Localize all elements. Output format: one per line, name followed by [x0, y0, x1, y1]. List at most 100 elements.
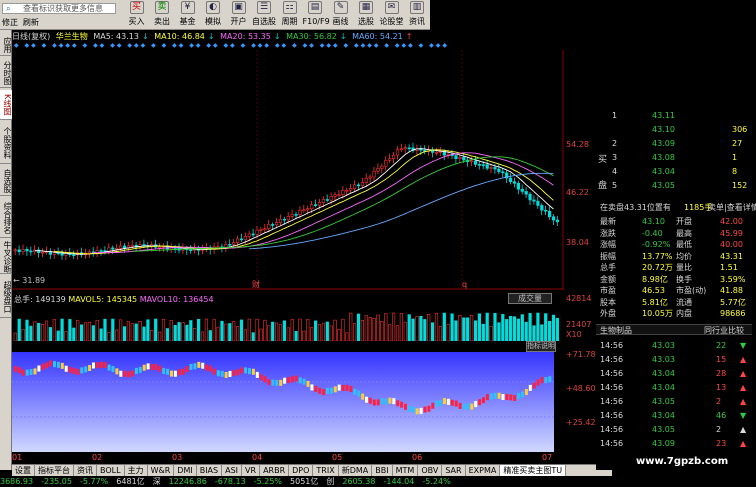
volume-bar [555, 317, 559, 341]
indicator-tab[interactable]: 指标平台 [35, 465, 74, 476]
volume-button[interactable]: 成交量 [508, 293, 552, 304]
indicator-tab[interactable]: BOLL [97, 465, 125, 476]
candlestick-chart[interactable]: 财 q ← 31.89 [12, 50, 564, 290]
arrow-down-icon: ↓ [207, 32, 215, 41]
indicator-tab[interactable]: 新DMA [339, 465, 373, 476]
indicator-tab[interactable]: 设置 [12, 465, 35, 476]
indicator-bar [509, 394, 513, 401]
sell-button[interactable]: 卖卖出 [150, 1, 175, 29]
indicator-bar [88, 364, 92, 371]
volume-bar [99, 328, 103, 341]
news-label: 资讯 [409, 17, 425, 26]
volume-bar [372, 317, 376, 341]
indicator-tab[interactable]: 资讯 [74, 465, 97, 476]
side-tab-3[interactable]: 个股资料 [0, 122, 12, 164]
indicator-tab[interactable]: VR [242, 465, 261, 476]
refresh-button[interactable]: 刷新 [23, 17, 39, 29]
indicator-tab[interactable]: EXPMA [466, 465, 501, 476]
volume-bar [438, 325, 443, 341]
indicator-bar [396, 400, 400, 407]
indicator-bar [435, 400, 439, 407]
volume-bar [310, 327, 314, 341]
indicator-tab[interactable]: TRIX [313, 465, 339, 476]
side-tab-1[interactable]: 分时图 [0, 58, 12, 88]
volume-chart[interactable] [12, 305, 564, 341]
quote-label: 开盘 [676, 217, 692, 226]
sell-level-row: 43.10 306 [596, 124, 752, 135]
volume-bar [134, 323, 138, 341]
industry-compare-link[interactable]: 同行业比较 [704, 325, 744, 336]
indicator-tab[interactable]: SAR [442, 465, 466, 476]
status-value: 3686.93 [0, 477, 34, 486]
candle-body [302, 209, 306, 212]
volume-bar [68, 319, 72, 341]
indicator-tab[interactable]: ASI [222, 465, 243, 476]
inplay-row[interactable]: 在卖盘43.31位置有 1185手 卖单|查看详情 [596, 202, 756, 213]
side-tab-7[interactable]: 超级盘口 [0, 276, 12, 318]
indicator-bar [314, 385, 318, 392]
candle-body [72, 254, 76, 257]
volume-bar [403, 321, 407, 341]
volume-bar [481, 323, 485, 341]
indicator-tab[interactable]: DMI [174, 465, 197, 476]
indicator-bar [310, 384, 314, 391]
indicator-tab[interactable]: ARBR [260, 465, 290, 476]
quote-row: 金额 8.98亿 换手 3.59% [596, 274, 752, 285]
open-account-button[interactable]: ▣ 开户 [226, 1, 251, 29]
side-tab-0[interactable]: 应用 [0, 34, 12, 56]
indicator-tab[interactable]: OBV [418, 465, 443, 476]
candle-body [286, 216, 290, 221]
indicator-tab[interactable]: 精准买卖主图TU [500, 465, 567, 476]
volume-bar [345, 332, 349, 341]
tick-volume: 23 [716, 439, 727, 448]
indicator-bar [287, 377, 290, 384]
indicator-bar [212, 368, 216, 375]
volume-bar [415, 316, 419, 341]
candle-body [255, 229, 259, 235]
tick-row: 14:56 43.04 13 ▲ [596, 382, 752, 393]
period-button[interactable]: ⚏ 周期 [277, 1, 302, 29]
stock-pick-button[interactable]: ▦ 选股 [354, 1, 379, 29]
f10-button[interactable]: ▤ F10/F9 [303, 1, 330, 29]
draw-line-button[interactable]: ✎ 画线 [328, 1, 353, 29]
status-value: -235.05 [41, 477, 72, 486]
candle-body [310, 204, 314, 209]
indicator-tab[interactable]: BBI [372, 465, 393, 476]
indicator-tab[interactable]: W&R [148, 465, 175, 476]
buy-button[interactable]: 买买入 [124, 1, 149, 29]
candle-body [508, 177, 513, 183]
indicator-bar [326, 387, 329, 394]
indicator-bar [318, 387, 322, 394]
volume-bar [388, 324, 392, 341]
fix-button[interactable]: 修正 [2, 17, 18, 29]
inplay-link[interactable]: 卖单|查看详情 [708, 202, 756, 213]
side-tab-6[interactable]: 牛叉诊断 [0, 240, 12, 274]
watchlist-button[interactable]: ☰ 自选股 [252, 1, 277, 29]
indicator-bar [84, 366, 88, 373]
level-price: 43.11 [652, 111, 675, 120]
candle-body [547, 210, 552, 218]
status-value: 5051亿 [290, 477, 319, 486]
indicator-tab[interactable]: MTM [393, 465, 419, 476]
candle-body [380, 165, 384, 169]
indicator-tabs: 设置 指标平台 资讯 BOLL 主力 W&R DMI BIAS ASI VR ARBR DPO TRIX… [12, 464, 612, 476]
side-tab-2[interactable]: K线图 [0, 90, 12, 120]
indicator-bar [411, 406, 415, 413]
search-input[interactable]: ⌕ 查看标识获取更多信息 [2, 3, 116, 14]
month-label: 01 [12, 453, 23, 462]
indicator-tab[interactable]: BIAS [197, 465, 223, 476]
indicator-tab[interactable]: DPO [289, 465, 314, 476]
simulate-button[interactable]: ◐ 模拟 [201, 1, 226, 29]
fund-button[interactable]: ¥ 基金 [175, 1, 200, 29]
news-button[interactable]: ▥ 资讯 [405, 1, 430, 29]
side-tab-5[interactable]: 综合排名 [0, 198, 12, 238]
indicator-chart[interactable] [12, 352, 554, 452]
volume-bar [267, 325, 271, 341]
candle-body [536, 200, 540, 206]
side-tab-4[interactable]: 自选股 [0, 166, 12, 196]
indicator-tab[interactable]: 主力 [125, 465, 148, 476]
ma30-value: MA30: 56.82 [286, 32, 337, 41]
indicator-bar [107, 364, 111, 371]
indicator-help-button[interactable]: 指标说明 [526, 341, 556, 352]
forum-button[interactable]: ✉ 论股堂 [379, 1, 404, 29]
